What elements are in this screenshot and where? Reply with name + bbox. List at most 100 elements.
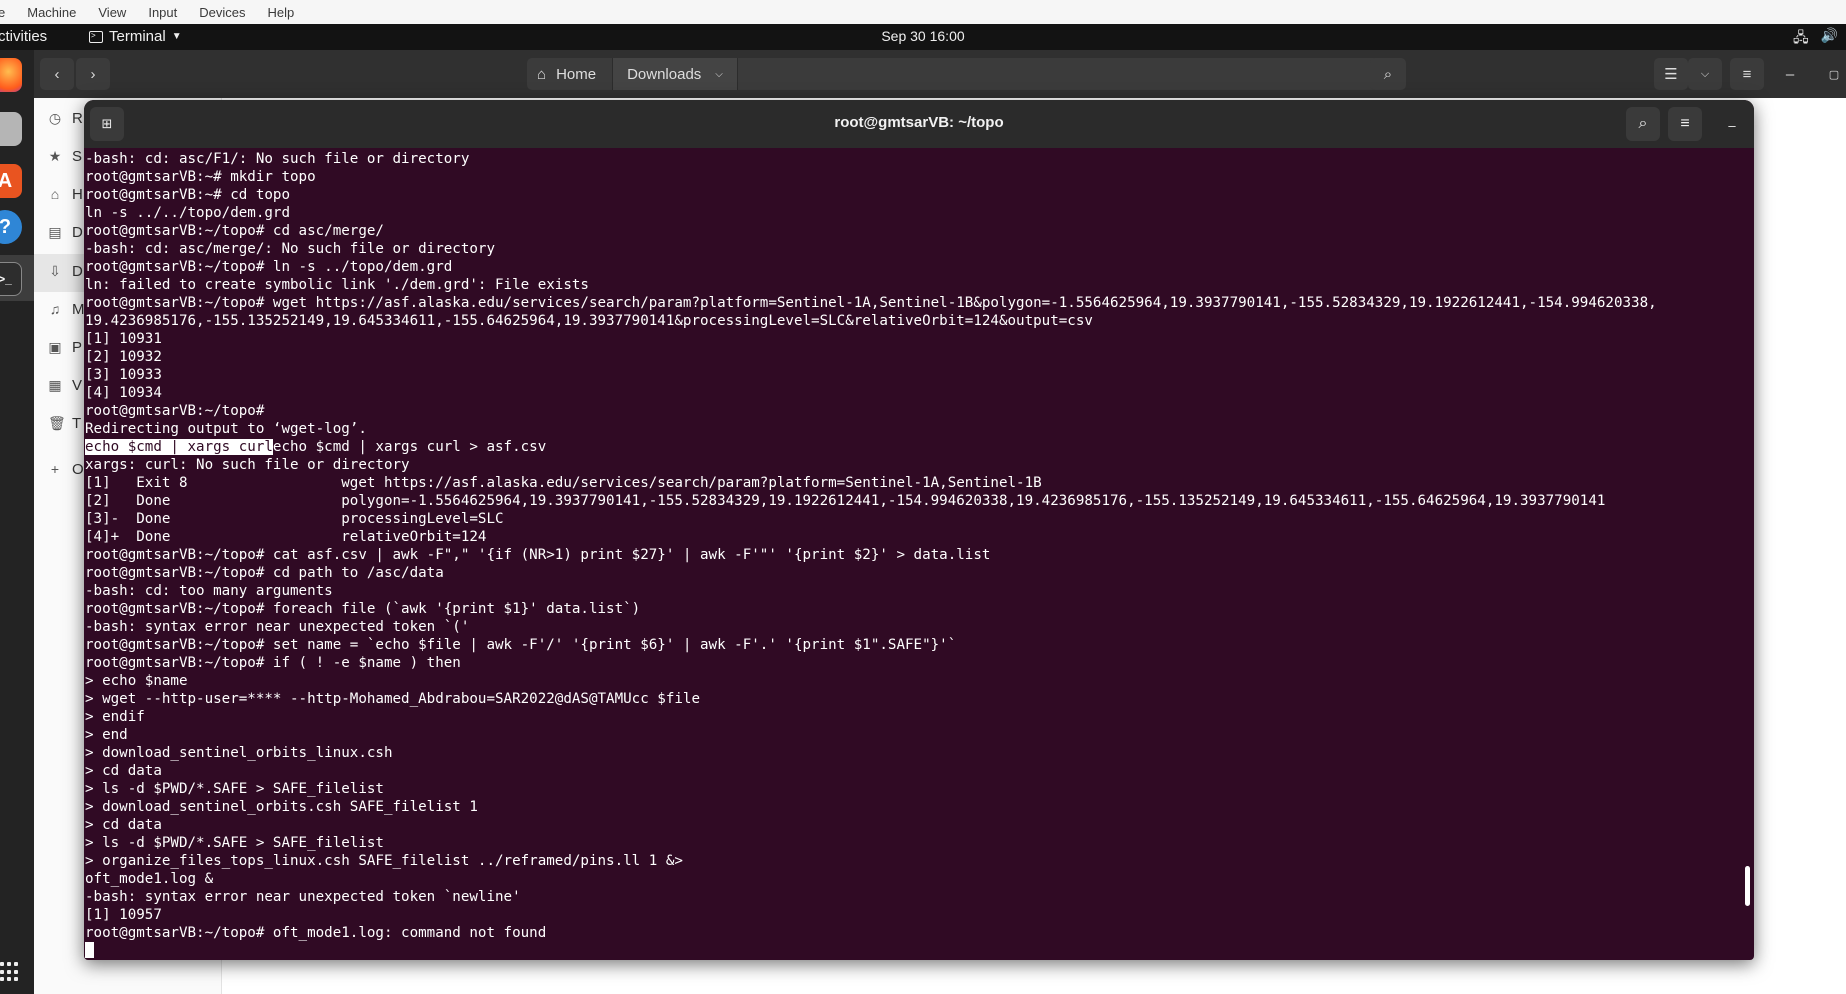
terminal-line: -bash: syntax error near unexpected toke…	[85, 889, 521, 905]
terminal-line: root@gmtsarVB:~/topo#	[85, 403, 265, 419]
sidebar-item-label: P	[72, 338, 83, 356]
terminal-line: root@gmtsarVB:~# mkdir topo	[85, 169, 316, 185]
terminal-line: [2] 10932	[85, 349, 162, 365]
terminal-line-text: echo $cmd | xargs curl > asf.csv	[272, 439, 547, 455]
maximize-button[interactable]: ▢	[1824, 58, 1844, 90]
minimize-icon: –	[1728, 117, 1736, 133]
software-icon[interactable]: A	[0, 164, 22, 198]
path-home-label: Home	[556, 65, 597, 83]
app-menu-terminal[interactable]: > Terminal ▼	[89, 28, 182, 45]
hamburger-icon: ≡	[1742, 65, 1752, 83]
terminal-line: root@gmtsarVB:~/topo# cat asf.csv | awk …	[85, 547, 991, 563]
help-icon[interactable]: ?	[0, 210, 22, 244]
sidebar-item-label: M	[72, 300, 85, 318]
selected-text[interactable]: echo $cmd | xargs curl	[85, 439, 273, 455]
terminal-line: > download_sentinel_orbits_linux.csh	[85, 745, 393, 761]
vbox-menu-input[interactable]: Input	[137, 5, 188, 20]
terminal-cursor	[85, 942, 94, 958]
vbox-menu-file[interactable]: e	[0, 5, 16, 20]
app-menu-label: Terminal	[109, 28, 166, 45]
sidebar-item-label: R	[72, 109, 83, 127]
terminal-menu-button[interactable]: ≡	[1668, 107, 1702, 141]
terminal-output[interactable]: -bash: cd: asc/F1/: No such file or dire…	[84, 148, 1754, 960]
terminal-prompt-line[interactable]	[85, 942, 1754, 960]
path-downloads-label: Downloads	[627, 65, 702, 83]
terminal-line: root@gmtsarVB:~/topo# wget https://asf.a…	[85, 295, 1657, 311]
terminal-icon[interactable]: >_	[0, 262, 22, 296]
terminal-search-button[interactable]: ⌕	[1626, 107, 1660, 141]
terminal-line: root@gmtsarVB:~/topo# if ( ! -e $name ) …	[85, 655, 461, 671]
chevron-down-icon: ⌵	[1700, 67, 1710, 80]
terminal-line: [1] 10931	[85, 331, 162, 347]
terminal-line: oft_mode1.log &	[85, 871, 214, 887]
search-icon: ⌕	[1638, 115, 1648, 132]
forward-button[interactable]: ›	[76, 58, 110, 90]
terminal-line: > organize_files_tops_linux.csh SAFE_fil…	[85, 853, 683, 869]
terminal-line: 19.4236985176,-155.135252149,19.64533461…	[85, 313, 1093, 329]
terminal-line: [1] 10957	[85, 907, 162, 923]
terminal-scrollbar[interactable]	[1745, 866, 1750, 906]
sidebar-item-label: D	[72, 262, 83, 280]
terminal-line-selection[interactable]: echo $cmd | xargs curlecho $cmd | xargs …	[85, 438, 1754, 456]
new-tab-icon: ⊞	[101, 116, 113, 131]
chevron-down-icon: ▼	[171, 31, 182, 42]
plus-icon: +	[50, 461, 60, 477]
view-options-button[interactable]: ⌵	[1688, 58, 1722, 90]
vbox-menu-view[interactable]: View	[87, 5, 137, 20]
main-menu-button[interactable]: ≡	[1730, 58, 1764, 90]
minimize-button[interactable]: –	[1778, 58, 1802, 90]
terminal-line: root@gmtsarVB:~/topo# oft_mode1.log: com…	[85, 925, 547, 941]
system-tray[interactable]: 🖧 🔊	[1793, 27, 1838, 51]
videos-icon: ▦	[48, 376, 62, 393]
path-downloads-button[interactable]: Downloads ⌵	[612, 58, 738, 90]
activities-button[interactable]: ctivities	[0, 28, 47, 45]
vbox-menu-help[interactable]: Help	[257, 5, 306, 20]
documents-icon: ▤	[48, 223, 62, 240]
firefox-icon[interactable]	[0, 58, 22, 92]
sidebar-item-label: O	[72, 460, 84, 478]
star-icon: ★	[48, 147, 62, 164]
terminal-app-icon: >	[89, 30, 103, 43]
vbox-menu-devices[interactable]: Devices	[188, 5, 256, 20]
sidebar-item-label: D	[72, 223, 83, 241]
sidebar-item-label: H	[72, 185, 83, 203]
vbox-menu-bar: e Machine View Input Devices Help	[0, 0, 1846, 24]
terminal-window: ⊞ root@gmtsarVB: ~/topo ⌕ ≡ – □ ✕ -bash:…	[84, 100, 1754, 960]
terminal-line: Redirecting output to ‘wget-log’.	[85, 421, 367, 437]
new-tab-button[interactable]: ⊞	[90, 107, 124, 141]
terminal-line: [4] 10934	[85, 385, 162, 401]
terminal-titlebar: ⊞ root@gmtsarVB: ~/topo ⌕ ≡ – □ ✕	[84, 100, 1754, 148]
terminal-line: > end	[85, 727, 128, 743]
terminal-line: > wget --http-user=**** --http-Mohamed_A…	[85, 691, 700, 707]
pictures-icon: ▣	[48, 338, 62, 355]
terminal-line: [1] Exit 8 wget https://asf.alaska.edu/s…	[85, 475, 1042, 491]
terminal-line: root@gmtsarVB:~/topo# cd path to /asc/da…	[85, 565, 444, 581]
vbox-menu-machine[interactable]: Machine	[16, 5, 87, 20]
view-list-button[interactable]: ☰	[1654, 58, 1688, 90]
volume-icon: 🔊	[1820, 27, 1838, 43]
terminal-line: > cd data	[85, 763, 162, 779]
back-button[interactable]: ‹	[40, 58, 74, 90]
recent-icon: ◷	[48, 109, 62, 126]
network-icon: 🖧	[1792, 29, 1809, 45]
files-icon[interactable]	[0, 112, 22, 146]
terminal-line: -bash: cd: too many arguments	[85, 583, 333, 599]
clock[interactable]: Sep 30 16:00	[881, 28, 964, 44]
terminal-line: ln -s ../../topo/dem.grd	[85, 205, 290, 221]
music-icon: ♫	[49, 301, 61, 317]
terminal-line: [3]- Done processingLevel=SLC	[85, 511, 504, 527]
terminal-line: root@gmtsarVB:~/topo# set name = `echo $…	[85, 637, 957, 653]
terminal-line: [3] 10933	[85, 367, 162, 383]
sidebar-item-label: S	[72, 147, 83, 165]
terminal-minimize-button[interactable]: –	[1722, 115, 1742, 135]
sidebar-item-label: T	[72, 414, 82, 432]
path-home-button[interactable]: ⌂ Home	[527, 58, 612, 90]
home-icon: ⌂	[537, 65, 547, 83]
terminal-line: root@gmtsarVB:~/topo# cd asc/merge/	[85, 223, 384, 239]
terminal-line: root@gmtsarVB:~/topo# ln -s ../topo/dem.…	[85, 259, 453, 275]
search-button[interactable]: ⌕	[1370, 58, 1406, 90]
files-headerbar: ‹ › ⌂ Home Downloads ⌵ ⌕ ☰ ⌵ ≡ – ▢	[34, 50, 1846, 98]
show-apps-icon[interactable]	[0, 962, 20, 982]
terminal-line: xargs: curl: No such file or directory	[85, 457, 410, 473]
downloads-icon: ⇩	[49, 262, 61, 279]
